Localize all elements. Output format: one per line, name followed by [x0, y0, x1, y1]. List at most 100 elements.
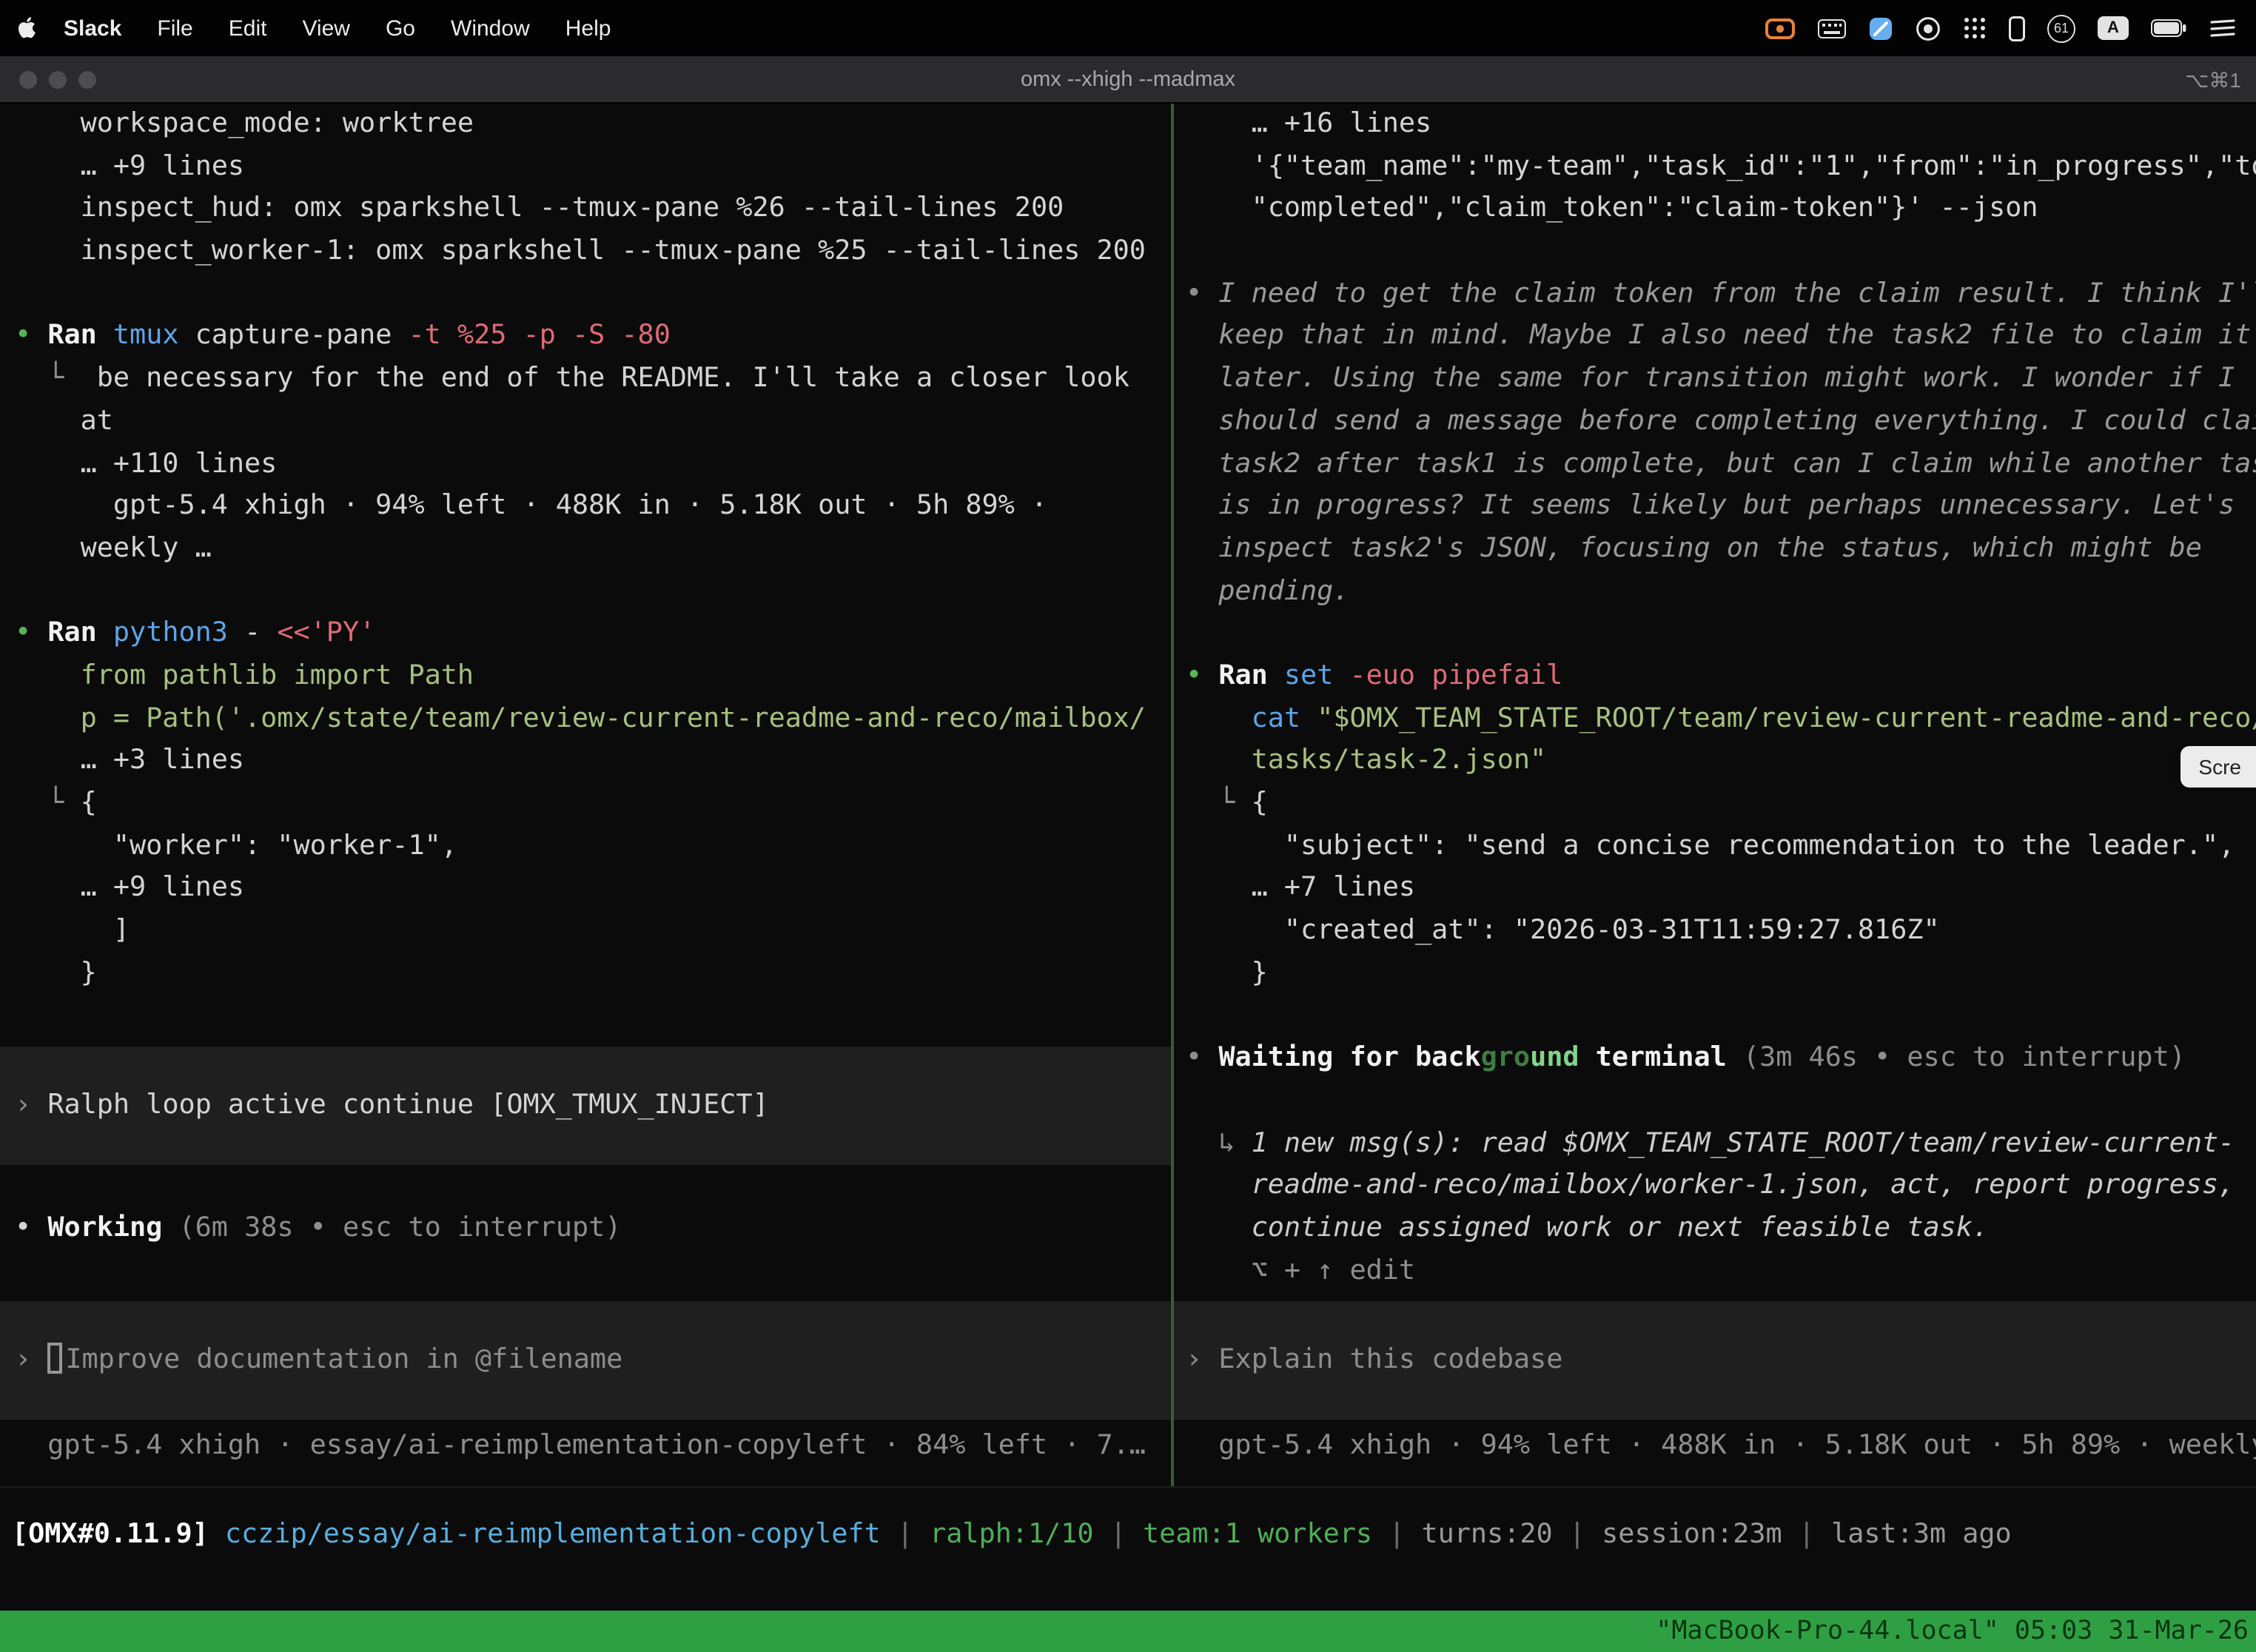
text-segment: set: [1284, 660, 1333, 691]
window-title: omx --xhigh --madmax: [0, 56, 2256, 104]
right-pane[interactable]: … +16 lines '{"team_name":"my-team","tas…: [1174, 104, 2256, 1486]
text-segment: ›: [1186, 1344, 1218, 1375]
text-segment: team:1 workers: [1143, 1519, 1372, 1550]
text-segment: •: [15, 320, 47, 352]
text-segment: cczip/essay/ai-reimplementation-copyleft: [225, 1519, 881, 1550]
battery-icon[interactable]: [2151, 19, 2188, 37]
text-segment: {: [81, 788, 97, 819]
text-segment: at: [15, 406, 113, 437]
menu-item-edit[interactable]: Edit: [229, 16, 267, 41]
text-segment: Waiting for back: [1218, 1042, 1480, 1073]
terminal-line: keep that in mind. Maybe I also need the…: [1186, 316, 2256, 358]
terminal-line: continue assigned work or next feasible …: [1186, 1208, 2256, 1250]
device-icon[interactable]: [2009, 16, 2025, 41]
terminal-line: • I need to get the claim token from the…: [1186, 274, 2256, 316]
menu-item-help[interactable]: Help: [565, 16, 611, 41]
terminal-line: ↳ 1 new msg(s): read $OMX_TEAM_STATE_ROO…: [1186, 1123, 2256, 1165]
text-segment: … +110 lines: [15, 448, 277, 479]
composer-input-band[interactable]: › Improve documentation in @filename: [0, 1301, 1171, 1420]
blue-app-icon[interactable]: [1868, 16, 1893, 41]
text-segment: •: [15, 618, 47, 649]
terminal-line: at: [15, 401, 1171, 443]
terminal-line: "created_at": "2026-03-31T11:59:27.816Z": [1186, 910, 2256, 953]
lines-icon[interactable]: [2210, 18, 2235, 38]
text-segment: └: [15, 363, 97, 394]
text-segment: └: [1186, 788, 1252, 819]
text-segment: terminal: [1579, 1042, 1727, 1073]
text-segment: session:23m: [1602, 1519, 1782, 1550]
pane-status-line: gpt-5.4 xhigh · 94% left · 488K in · 5.1…: [1186, 1426, 2256, 1468]
apple-menu-icon[interactable]: [15, 15, 37, 41]
text-segment: Explain this codebase: [1218, 1344, 1562, 1375]
menu-item-window[interactable]: Window: [451, 16, 530, 41]
text-segment: … +16 lines: [1186, 108, 1431, 139]
text-segment: Working: [47, 1212, 162, 1243]
terminal-line: ]: [15, 910, 1171, 953]
prompt-line: › Improve documentation in @filename: [15, 1340, 622, 1382]
circle-app-icon[interactable]: [1916, 16, 1941, 41]
text-segment: <<'PY': [277, 618, 375, 649]
terminal-line: • Waiting for background terminal (3m 46…: [1186, 1038, 2256, 1080]
text-segment: 1 new msg(s): read $OMX_TEAM_STATE_ROOT/…: [1252, 1127, 2235, 1158]
text-segment: … +9 lines: [15, 150, 244, 181]
text-segment: (6m 38s • esc to interrupt): [179, 1212, 622, 1243]
text-segment: weekly …: [15, 533, 212, 564]
inject-notice-band[interactable]: › Ralph loop active continue [OMX_TMUX_I…: [0, 1047, 1171, 1165]
menu-item-view[interactable]: View: [302, 16, 350, 41]
terminal-line: }: [15, 953, 1171, 995]
text-segment: … +3 lines: [15, 745, 244, 776]
text-segment: •: [15, 1212, 47, 1243]
text-segment: continue assigned work or next feasible …: [1186, 1212, 1989, 1243]
text-segment: workspace_mode: worktree: [15, 108, 474, 139]
counter-badge[interactable]: 61: [2047, 14, 2075, 42]
input-source-icon[interactable]: A: [2098, 16, 2129, 40]
screen-recording-indicator-icon[interactable]: [1765, 17, 1796, 39]
blank-line: [1186, 231, 2256, 273]
text-segment: Ran: [47, 618, 96, 649]
text-segment: gro: [1481, 1042, 1530, 1073]
composer-suggestion-band[interactable]: › Explain this codebase: [1174, 1302, 2256, 1420]
pane-divider[interactable]: [1171, 104, 1174, 1486]
blank-line: [15, 1250, 1171, 1292]
terminal-line: "worker": "worker-1",: [15, 825, 1171, 867]
menu-item-file[interactable]: File: [157, 16, 192, 41]
text-segment: capture-pane: [179, 320, 409, 352]
window-shortcut-hint: ⌥⌘1: [2185, 56, 2241, 104]
terminal-line: workspace_mode: worktree: [15, 104, 1171, 146]
terminal-line: task2 after task1 is complete, but can I…: [1186, 443, 2256, 486]
terminal-line: • Ran set -euo pipefail: [1186, 656, 2256, 698]
terminal-line: … +110 lines: [15, 443, 1171, 486]
window-titlebar[interactable]: omx --xhigh --madmax ⌥⌘1: [0, 56, 2256, 104]
terminal-line: readme-and-reco/mailbox/worker-1.json, a…: [1186, 1165, 2256, 1207]
blank-line: [1186, 614, 2256, 656]
text-segment: inspect task2's JSON, focusing on the st…: [1186, 533, 2202, 564]
terminal-line: tasks/task-2.json": [1186, 741, 2256, 783]
menu-item-slack[interactable]: Slack: [64, 16, 121, 41]
dots-grid-icon[interactable]: [1963, 16, 1987, 40]
text-segment: turns:20: [1421, 1519, 1552, 1550]
menu-item-go[interactable]: Go: [386, 16, 415, 41]
text-segment: |: [1094, 1519, 1143, 1550]
text-segment: [97, 618, 113, 649]
text-segment: … +9 lines: [15, 873, 244, 904]
terminal-line: • Ran python3 - <<'PY': [15, 614, 1171, 656]
text-segment: └: [15, 788, 81, 819]
menu-items: Slack File Edit View Go Window Help: [64, 16, 611, 41]
text-segment: ↳: [1186, 1127, 1252, 1158]
blank-line: [15, 995, 1171, 1038]
text-segment: Ralph loop active continue [OMX_TMUX_INJ…: [47, 1089, 768, 1121]
pane-separator-line: [0, 1486, 2256, 1488]
screen-capture-tooltip[interactable]: Scre: [2181, 746, 2256, 788]
text-segment: readme-and-reco/mailbox/worker-1.json, a…: [1186, 1169, 2235, 1201]
terminal-line: └ {: [1186, 783, 2256, 825]
keyboard-icon[interactable]: [1818, 19, 1846, 38]
text-segment: "created_at": "2026-03-31T11:59:27.816Z": [1186, 915, 1940, 946]
terminal-line: … +16 lines: [1186, 104, 2256, 146]
terminal-line: should send a message before completing …: [1186, 401, 2256, 443]
text-segment: [1333, 660, 1349, 691]
terminal-line: … +9 lines: [15, 868, 1171, 910]
text-segment: last:3m ago: [1831, 1519, 2012, 1550]
text-segment: pending.: [1186, 575, 1349, 606]
left-pane[interactable]: workspace_mode: worktree … +9 lines insp…: [0, 104, 1171, 1486]
text-segment: p = Path('.omx/state/team/review-current…: [15, 702, 1146, 733]
